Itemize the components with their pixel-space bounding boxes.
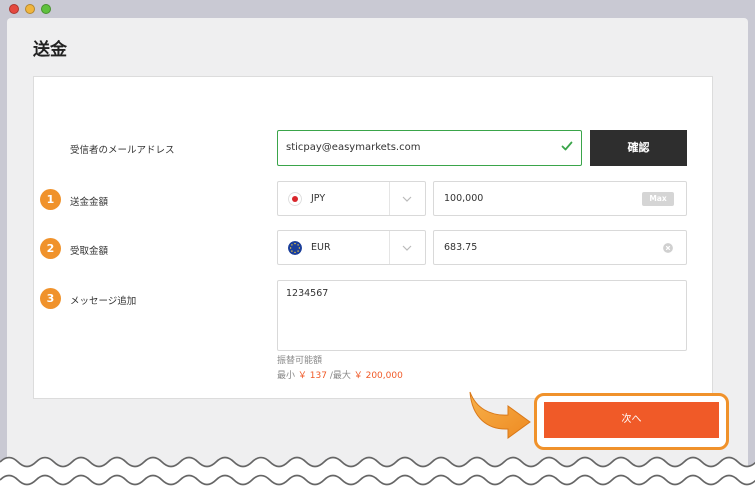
email-value: sticpay@easymarkets.com [286,142,421,153]
receive-amount-label: 受取金額 [70,246,109,257]
window-titlebar [0,0,755,18]
send-currency-code: JPY [311,193,326,204]
app-frame: 送金 受信者のメールアドレス sticpay@easymarkets.com 確… [0,0,755,496]
send-amount-input[interactable]: 100,000 Max [433,181,687,216]
step-badge-2: 2 [40,238,61,259]
page-title: 送金 [33,40,67,60]
step-badge-1: 1 [40,189,61,210]
message-textarea[interactable]: 1234567 [277,280,687,351]
pointer-arrow-icon [469,391,531,439]
next-button-highlight: 次へ [534,393,729,450]
torn-edge-decoration [0,456,755,496]
email-field[interactable]: sticpay@easymarkets.com [277,130,582,166]
email-label: 受信者のメールアドレス [70,145,175,156]
chevron-down-icon [402,245,412,251]
eu-flag-icon [288,241,302,255]
transfer-form-card: 受信者のメールアドレス sticpay@easymarkets.com 確認 1… [33,76,713,399]
check-icon [561,141,573,151]
japan-flag-icon [288,192,302,206]
receive-amount-input[interactable]: 683.75 [433,230,687,265]
range-separator: /最大 [329,371,351,381]
available-amount-title: 振替可能額 [277,356,323,366]
select-divider [389,182,390,215]
confirm-button[interactable]: 確認 [590,130,687,166]
app-window: 送金 受信者のメールアドレス sticpay@easymarkets.com 確… [7,18,748,496]
close-window-icon[interactable] [9,4,19,14]
chevron-down-icon [402,196,412,202]
min-value: ￥ 137 [297,371,327,381]
clear-icon[interactable] [663,243,673,253]
available-amount-range: 最小 ￥ 137 /最大 ￥ 200,000 [277,368,403,381]
step-badge-3: 3 [40,288,61,309]
max-value: ￥ 200,000 [353,371,403,381]
receive-currency-code: EUR [311,242,331,253]
next-button[interactable]: 次へ [544,402,719,438]
minimize-window-icon[interactable] [25,4,35,14]
receive-amount-value: 683.75 [444,242,478,253]
select-divider [389,231,390,264]
message-value: 1234567 [286,288,329,299]
send-amount-value: 100,000 [444,193,484,204]
receive-currency-select[interactable]: EUR [277,230,426,265]
min-label: 最小 [277,371,296,381]
maximize-window-icon[interactable] [41,4,51,14]
send-amount-label: 送金金額 [70,197,109,208]
message-label: メッセージ追加 [70,296,137,307]
max-button[interactable]: Max [642,192,674,206]
send-currency-select[interactable]: JPY [277,181,426,216]
